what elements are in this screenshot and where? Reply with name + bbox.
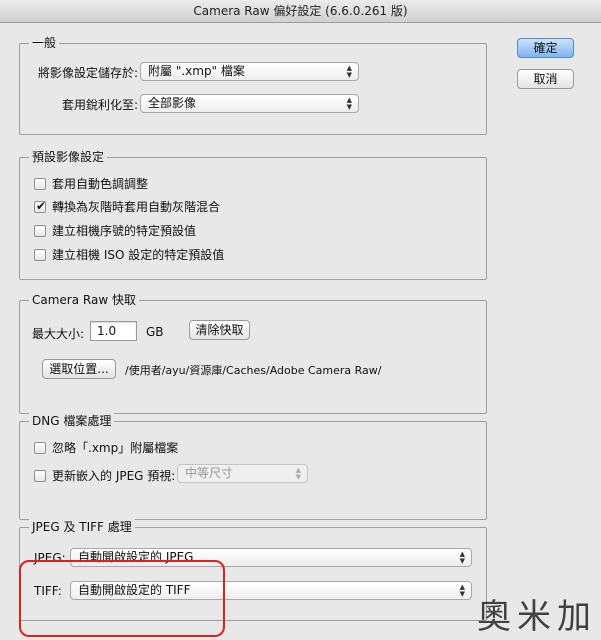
update-jpeg-preview-checkbox[interactable] xyxy=(34,469,46,482)
dng-file-handling-legend: DNG 檔案處理 xyxy=(29,413,115,429)
save-settings-value: 附屬 ".xmp" 檔案 xyxy=(148,64,245,78)
option-auto-tone[interactable]: 套用自動色調調整 xyxy=(34,175,148,192)
ok-button[interactable]: 確定 xyxy=(517,38,574,58)
update-jpeg-preview-label: 更新嵌入的 JPEG 預視: xyxy=(52,469,176,483)
option-iso-defaults[interactable]: 建立相機 ISO 設定的特定預設值 xyxy=(34,246,224,263)
option-serial-defaults[interactable]: 建立相機序號的特定預設值 xyxy=(34,222,196,239)
preview-size-value: 中等尺寸 xyxy=(185,466,234,480)
cache-location-path: /使用者/ayu/資源庫/Caches/Adobe Camera Raw/ xyxy=(125,364,382,377)
apply-sharpening-value: 全部影像 xyxy=(148,96,197,110)
ignore-xmp-label: 忽略「.xmp」附屬檔案 xyxy=(52,441,179,455)
auto-tone-label: 套用自動色調調整 xyxy=(52,177,149,191)
default-image-settings-group: 預設影像設定 套用自動色調調整 轉換為灰階時套用自動灰階混合 建立相機序號的特定… xyxy=(19,149,487,280)
iso-defaults-label: 建立相機 ISO 設定的特定預設值 xyxy=(52,248,225,262)
cache-size-unit: GB xyxy=(146,325,164,339)
jpeg-tiff-handling-legend: JPEG 及 TIFF 處理 xyxy=(29,519,135,535)
option-ignore-xmp[interactable]: 忽略「.xmp」附屬檔案 xyxy=(34,439,178,456)
serial-defaults-label: 建立相機序號的特定預設值 xyxy=(52,224,197,238)
apply-sharpening-popup[interactable]: 全部影像 ▲ ▼ xyxy=(140,94,359,113)
option-auto-grayscale[interactable]: 轉換為灰階時套用自動灰階混合 xyxy=(34,198,220,215)
general-group: 一般 將影像設定儲存於: 附屬 ".xmp" 檔案 ▲ ▼ 套用銳利化至: 全部影… xyxy=(19,35,487,135)
popup-arrows-icon: ▲ ▼ xyxy=(346,96,352,111)
auto-grayscale-label: 轉換為灰階時套用自動灰階混合 xyxy=(52,200,221,214)
ignore-xmp-checkbox[interactable] xyxy=(34,441,46,454)
save-settings-label: 將影像設定儲存於: xyxy=(37,66,138,80)
iso-defaults-checkbox[interactable] xyxy=(34,248,46,261)
purge-cache-button[interactable]: 清除快取 xyxy=(189,320,250,340)
highlight-annotation xyxy=(19,560,225,637)
auto-grayscale-checkbox[interactable] xyxy=(34,199,46,213)
preferences-dialog: 一般 將影像設定儲存於: 附屬 ".xmp" 檔案 ▲ ▼ 套用銳利化至: 全部影… xyxy=(0,23,601,640)
preview-size-popup: 中等尺寸 ▲ ▼ xyxy=(177,464,308,483)
save-settings-popup[interactable]: 附屬 ".xmp" 檔案 ▲ ▼ xyxy=(140,62,359,81)
popup-arrows-icon: ▲ ▼ xyxy=(346,64,352,79)
select-location-button[interactable]: 選取位置... xyxy=(42,359,116,379)
popup-arrows-icon: ▲ ▼ xyxy=(295,466,301,481)
max-size-field[interactable]: 1.0 xyxy=(90,321,137,341)
camera-raw-cache-group: Camera Raw 快取 最大大小: 1.0 GB 清除快取 選取位置... … xyxy=(19,292,487,414)
max-size-label: 最大大小: xyxy=(32,327,85,341)
popup-arrows-icon: ▲ ▼ xyxy=(459,583,465,598)
cancel-button[interactable]: 取消 xyxy=(517,69,574,89)
watermark-logo: 奧米加 xyxy=(477,597,597,637)
general-legend: 一般 xyxy=(29,35,60,51)
window-title: Camera Raw 偏好設定 (6.6.0.261 版) xyxy=(0,0,601,23)
popup-arrows-icon: ▲ ▼ xyxy=(459,550,465,565)
auto-tone-checkbox[interactable] xyxy=(34,177,46,190)
apply-sharpening-label: 套用銳利化至: xyxy=(61,98,138,112)
default-image-settings-legend: 預設影像設定 xyxy=(29,149,108,165)
serial-defaults-checkbox[interactable] xyxy=(34,224,46,237)
option-update-jpeg-preview[interactable]: 更新嵌入的 JPEG 預視: xyxy=(34,467,175,484)
dng-file-handling-group: DNG 檔案處理 忽略「.xmp」附屬檔案 更新嵌入的 JPEG 預視: 中等尺… xyxy=(19,413,487,520)
camera-raw-cache-legend: Camera Raw 快取 xyxy=(29,292,139,308)
